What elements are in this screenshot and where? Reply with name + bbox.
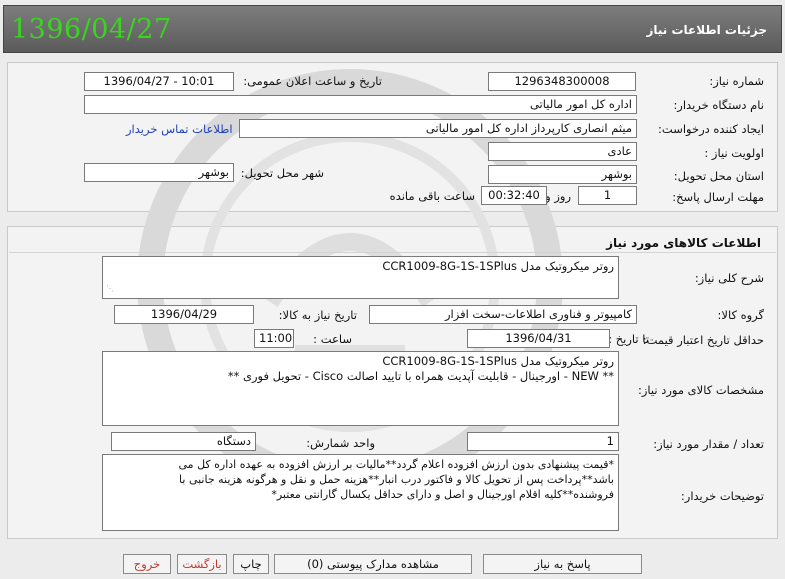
- unit-label: واحد شمارش:: [306, 436, 375, 450]
- spec-label: مشخصات کالای مورد نیاز:: [637, 383, 764, 397]
- qty-label: تعداد / مقدار مورد نیاز:: [653, 437, 764, 451]
- resize-grip-icon: ⋰: [106, 284, 114, 293]
- priority-field[interactable]: عادی: [488, 142, 637, 161]
- notes-line-2: باشد**پرداخت پس از تحویل کالا و فاکتور د…: [179, 473, 614, 486]
- attachments-button[interactable]: مشاهده مدارک پیوستی (0): [274, 554, 472, 574]
- hour-field[interactable]: 11:00: [254, 329, 294, 348]
- need-number-label: شماره نیاز:: [709, 74, 764, 88]
- header-bar: 1396/04/27 جزئیات اطلاعات نیاز: [3, 5, 782, 53]
- desc-text: روتر میکروتیک مدل CCR1009-8G-1S-1SPlus: [382, 259, 614, 273]
- group-field[interactable]: کامپیوتر و فناوری اطلاعات-سخت افزار: [369, 305, 637, 324]
- city-field[interactable]: بوشهر: [84, 163, 234, 182]
- unit-field[interactable]: دستگاه: [111, 432, 256, 451]
- spec-line-1: روتر میکروتیک مدل CCR1009-8G-1S-1SPlus: [382, 354, 614, 368]
- announce-datetime-label: تاریخ و ساعت اعلان عمومی:: [243, 74, 382, 88]
- notes-label: توضیحات خریدار:: [680, 489, 764, 503]
- desc-label: شرح کلی نیاز:: [694, 271, 764, 285]
- print-button[interactable]: چاپ: [233, 554, 269, 574]
- deadline-label: مهلت ارسال پاسخ:: [672, 190, 764, 204]
- buyer-contact-link[interactable]: اطلاعات تماس خریدار: [126, 122, 233, 136]
- need-date-label: تاریخ نیاز به کالا:: [278, 308, 357, 322]
- hour-label: ساعت :: [313, 332, 352, 346]
- notes-line-3: فروشنده**کلیه اقلام اورجینال و اصل و دار…: [271, 488, 614, 501]
- province-label: استان محل تحویل:: [673, 169, 764, 183]
- deadline-time-field[interactable]: 00:32:40: [481, 186, 547, 205]
- province-field[interactable]: بوشهر: [488, 165, 637, 184]
- page-title: جزئیات اطلاعات نیاز: [646, 23, 767, 37]
- need-date-field[interactable]: 1396/04/29: [114, 305, 254, 324]
- priority-label: اولویت نیاز :: [704, 146, 764, 160]
- back-button[interactable]: بازگشت: [177, 554, 227, 574]
- goods-section-title: اطلاعات کالاهای مورد نیاز: [606, 236, 761, 250]
- remaining-label: ساعت باقی مانده: [389, 189, 475, 203]
- section-divider: [9, 252, 776, 253]
- spec-line-2: ** NEW - اورجینال - قابلیت آپدیت همراه ب…: [227, 369, 614, 383]
- announce-datetime-field[interactable]: 1396/04/27 - 10:01: [84, 72, 234, 91]
- city-label: شهر محل تحویل:: [240, 166, 324, 180]
- buyer-label: نام دستگاه خریدار:: [673, 98, 764, 112]
- header-date: 1396/04/27: [11, 14, 172, 45]
- reply-button[interactable]: پاسخ به نیاز: [483, 554, 642, 574]
- desc-textarea[interactable]: روتر میکروتیک مدل CCR1009-8G-1S-1SPlus ⋰: [102, 256, 619, 299]
- notes-line-1: *قیمت پیشنهادی بدون ارزش افزوده اعلام گر…: [178, 458, 614, 471]
- buyer-field[interactable]: اداره کل امور مالیاتی: [84, 95, 637, 114]
- creator-field[interactable]: میثم انصاری کارپرداز اداره کل امور مالیا…: [239, 119, 637, 138]
- until-date-field[interactable]: 1396/04/31: [467, 329, 610, 348]
- qty-field[interactable]: 1: [467, 432, 619, 451]
- deadline-days-field[interactable]: 1: [578, 186, 637, 205]
- need-number-field[interactable]: 1296348300008: [488, 72, 636, 91]
- validity-label: حداقل تاریخ اعتبار قیمت:: [642, 333, 764, 347]
- creator-label: ایجاد کننده درخواست:: [658, 122, 764, 136]
- exit-button[interactable]: خروج: [123, 554, 171, 574]
- days-unit-label: روز و: [545, 189, 571, 203]
- group-label: گروه کالا:: [717, 308, 764, 322]
- notes-textarea[interactable]: *قیمت پیشنهادی بدون ارزش افزوده اعلام گر…: [102, 454, 619, 531]
- spec-textarea[interactable]: روتر میکروتیک مدل CCR1009-8G-1S-1SPlus *…: [102, 351, 619, 426]
- until-date-label: تا تاریخ :: [608, 332, 649, 346]
